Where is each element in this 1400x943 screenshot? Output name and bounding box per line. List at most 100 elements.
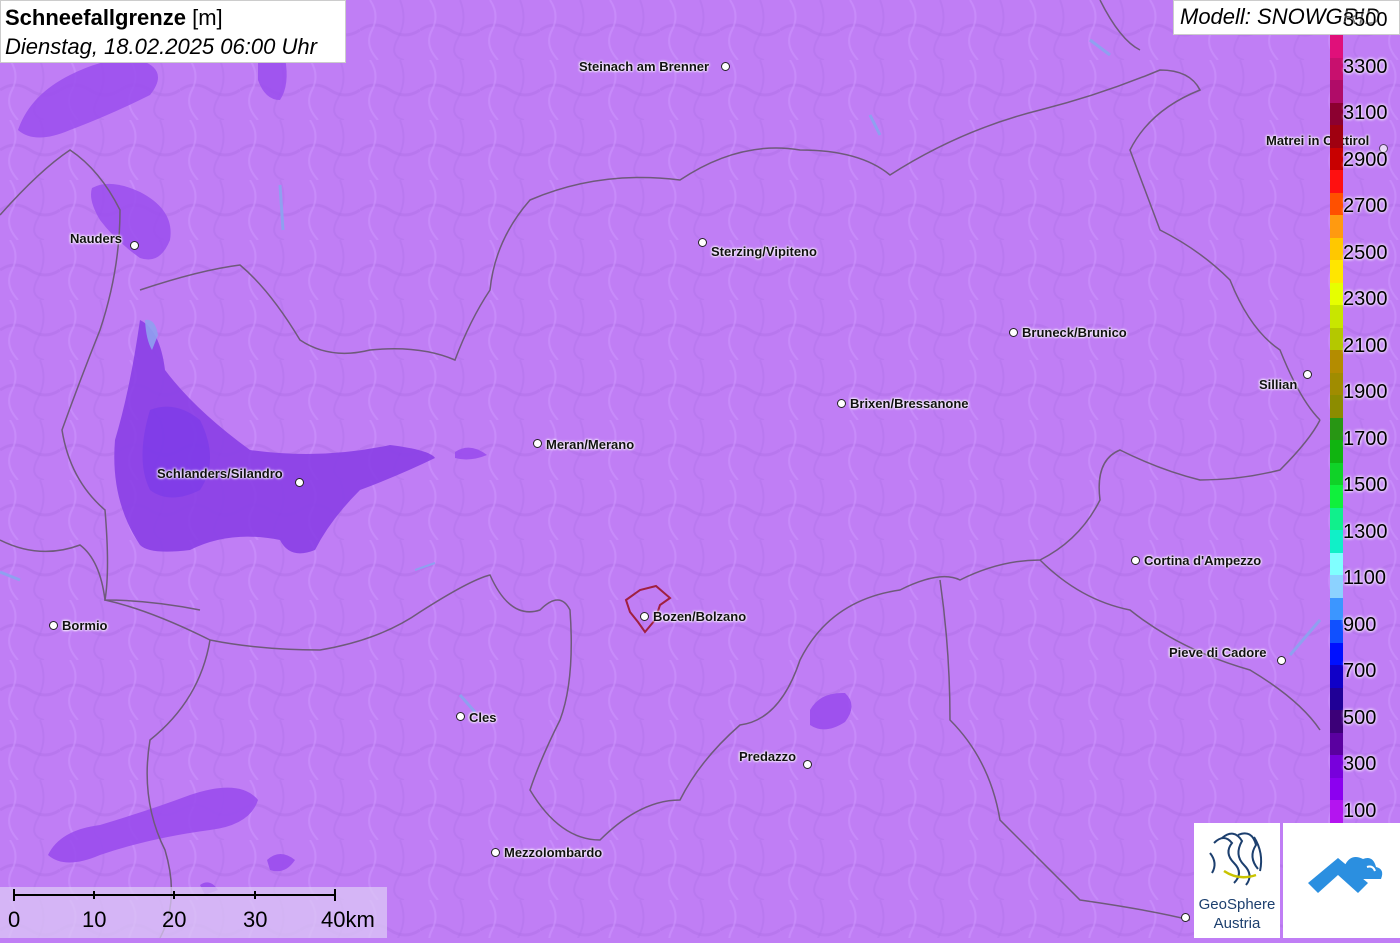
city-marker[interactable] xyxy=(491,848,500,857)
geosphere-logo-mark xyxy=(1209,832,1263,886)
city-label: Steinach am Brenner xyxy=(579,59,710,74)
legend-color-step xyxy=(1330,350,1343,373)
legend-color-step xyxy=(1330,125,1343,148)
legend-color-step xyxy=(1330,507,1343,530)
city-label: Meran/Merano xyxy=(546,437,635,452)
legend-color-step xyxy=(1330,305,1343,328)
legend-color-step xyxy=(1330,260,1343,283)
city-label: Schlanders/Silandro xyxy=(157,466,283,481)
legend-label: 3300 xyxy=(1343,55,1388,78)
legend-color-step xyxy=(1330,755,1343,778)
map-title-box: Schneefallgrenze [m] Dienstag, 18.02.202… xyxy=(0,0,346,63)
city-marker[interactable] xyxy=(640,612,649,621)
geosphere-logo-name: GeoSphere xyxy=(1198,896,1276,913)
legend-color-step xyxy=(1330,620,1343,643)
city-marker[interactable] xyxy=(130,241,139,250)
legend-color-step xyxy=(1330,147,1343,170)
city-label: Sillian xyxy=(1259,377,1298,392)
city-marker[interactable] xyxy=(803,760,812,769)
legend-color-step xyxy=(1330,462,1343,485)
parameter-name: Schneefallgrenze xyxy=(5,5,186,30)
partner-logo[interactable] xyxy=(1283,823,1400,938)
legend-color-step xyxy=(1330,35,1343,58)
scale-label: 0 xyxy=(8,907,21,932)
city-label: Mezzolombardo xyxy=(504,845,603,860)
legend-color-step xyxy=(1330,800,1343,823)
legend-color-step xyxy=(1330,597,1343,620)
city-label: Bozen/Bolzano xyxy=(653,609,747,624)
legend-label: 500 xyxy=(1343,706,1377,729)
partner-logo-icon xyxy=(1308,857,1383,893)
legend-label: 1500 xyxy=(1343,474,1388,497)
legend-color-step xyxy=(1330,80,1343,103)
legend-color-step xyxy=(1330,192,1343,215)
legend-label: 700 xyxy=(1343,660,1377,683)
legend-label: 1900 xyxy=(1343,381,1388,404)
legend-label: 100 xyxy=(1343,800,1377,822)
city-label: Sterzing/Vipiteno xyxy=(711,244,817,259)
legend-color-step xyxy=(1330,575,1343,598)
parameter-unit: [m] xyxy=(192,5,223,30)
legend-color-step xyxy=(1330,417,1343,440)
forecast-datetime: Dienstag, 18.02.2025 06:00 Uhr xyxy=(5,34,317,59)
scale-label: 40km xyxy=(321,907,375,932)
geosphere-logo[interactable]: GeoSphere Austria xyxy=(1194,823,1280,938)
city-label: Bruneck/Brunico xyxy=(1022,325,1127,340)
legend-label: 2500 xyxy=(1343,241,1388,264)
scale-label: 10 xyxy=(82,907,107,932)
legend-color-step xyxy=(1330,372,1343,395)
map-title: Schneefallgrenze [m] xyxy=(5,3,341,33)
legend-color-step xyxy=(1330,710,1343,733)
map-canvas[interactable]: Steinach am Brenner Nauders Sterzing/Vip… xyxy=(0,0,1400,938)
legend-label: 1100 xyxy=(1343,567,1387,590)
legend-label: 2900 xyxy=(1343,148,1388,171)
city-label: Brixen/Bressanone xyxy=(850,396,969,411)
legend-color-step xyxy=(1330,530,1343,553)
legend-label: 1700 xyxy=(1343,427,1388,450)
city-marker[interactable] xyxy=(533,439,542,448)
city-marker[interactable] xyxy=(456,712,465,721)
geosphere-logo-sub: Austria xyxy=(1213,915,1261,932)
legend-color-step xyxy=(1330,552,1343,575)
city-label: Nauders xyxy=(70,231,123,246)
city-marker[interactable] xyxy=(1181,913,1190,922)
city-marker[interactable] xyxy=(1303,370,1312,379)
color-legend-bar xyxy=(1330,35,1343,823)
legend-color-step xyxy=(1330,777,1343,800)
legend-color-step xyxy=(1330,102,1343,125)
legend-label: 900 xyxy=(1343,613,1377,636)
low-snowline-area xyxy=(142,406,210,498)
legend-color-step xyxy=(1330,237,1343,260)
legend-color-step xyxy=(1330,440,1343,463)
legend-color-step xyxy=(1330,687,1343,710)
legend-label: 1300 xyxy=(1343,520,1388,543)
legend-color-step xyxy=(1330,327,1343,350)
legend-label: 3100 xyxy=(1343,102,1388,125)
legend-label: 2700 xyxy=(1343,195,1388,218)
city-label: Bormio xyxy=(62,618,108,633)
city-label: Predazzo xyxy=(739,749,797,764)
city-label: Pieve di Cadore xyxy=(1169,645,1267,660)
legend-color-step xyxy=(1330,642,1343,665)
city-label: Cortina d'Ampezzo xyxy=(1144,553,1262,568)
city-label: Cles xyxy=(469,710,497,725)
legend-color-step xyxy=(1330,395,1343,418)
scale-label: 30 xyxy=(243,907,268,932)
legend-color-step xyxy=(1330,665,1343,688)
legend-color-step xyxy=(1330,282,1343,305)
city-marker[interactable] xyxy=(1131,556,1140,565)
city-marker[interactable] xyxy=(698,238,707,247)
scale-label: 20 xyxy=(162,907,187,932)
city-marker[interactable] xyxy=(721,62,730,71)
city-marker[interactable] xyxy=(1009,328,1018,337)
city-marker[interactable] xyxy=(837,399,846,408)
city-marker[interactable] xyxy=(295,478,304,487)
city-marker[interactable] xyxy=(49,621,58,630)
legend-color-step xyxy=(1330,485,1343,508)
legend-label: 300 xyxy=(1343,753,1377,776)
legend-label: 2300 xyxy=(1343,288,1388,311)
city-label: Matrei in Osttirol xyxy=(1266,133,1370,148)
legend-color-step xyxy=(1330,170,1343,193)
legend-color-step xyxy=(1330,732,1343,755)
city-marker[interactable] xyxy=(1277,656,1286,665)
